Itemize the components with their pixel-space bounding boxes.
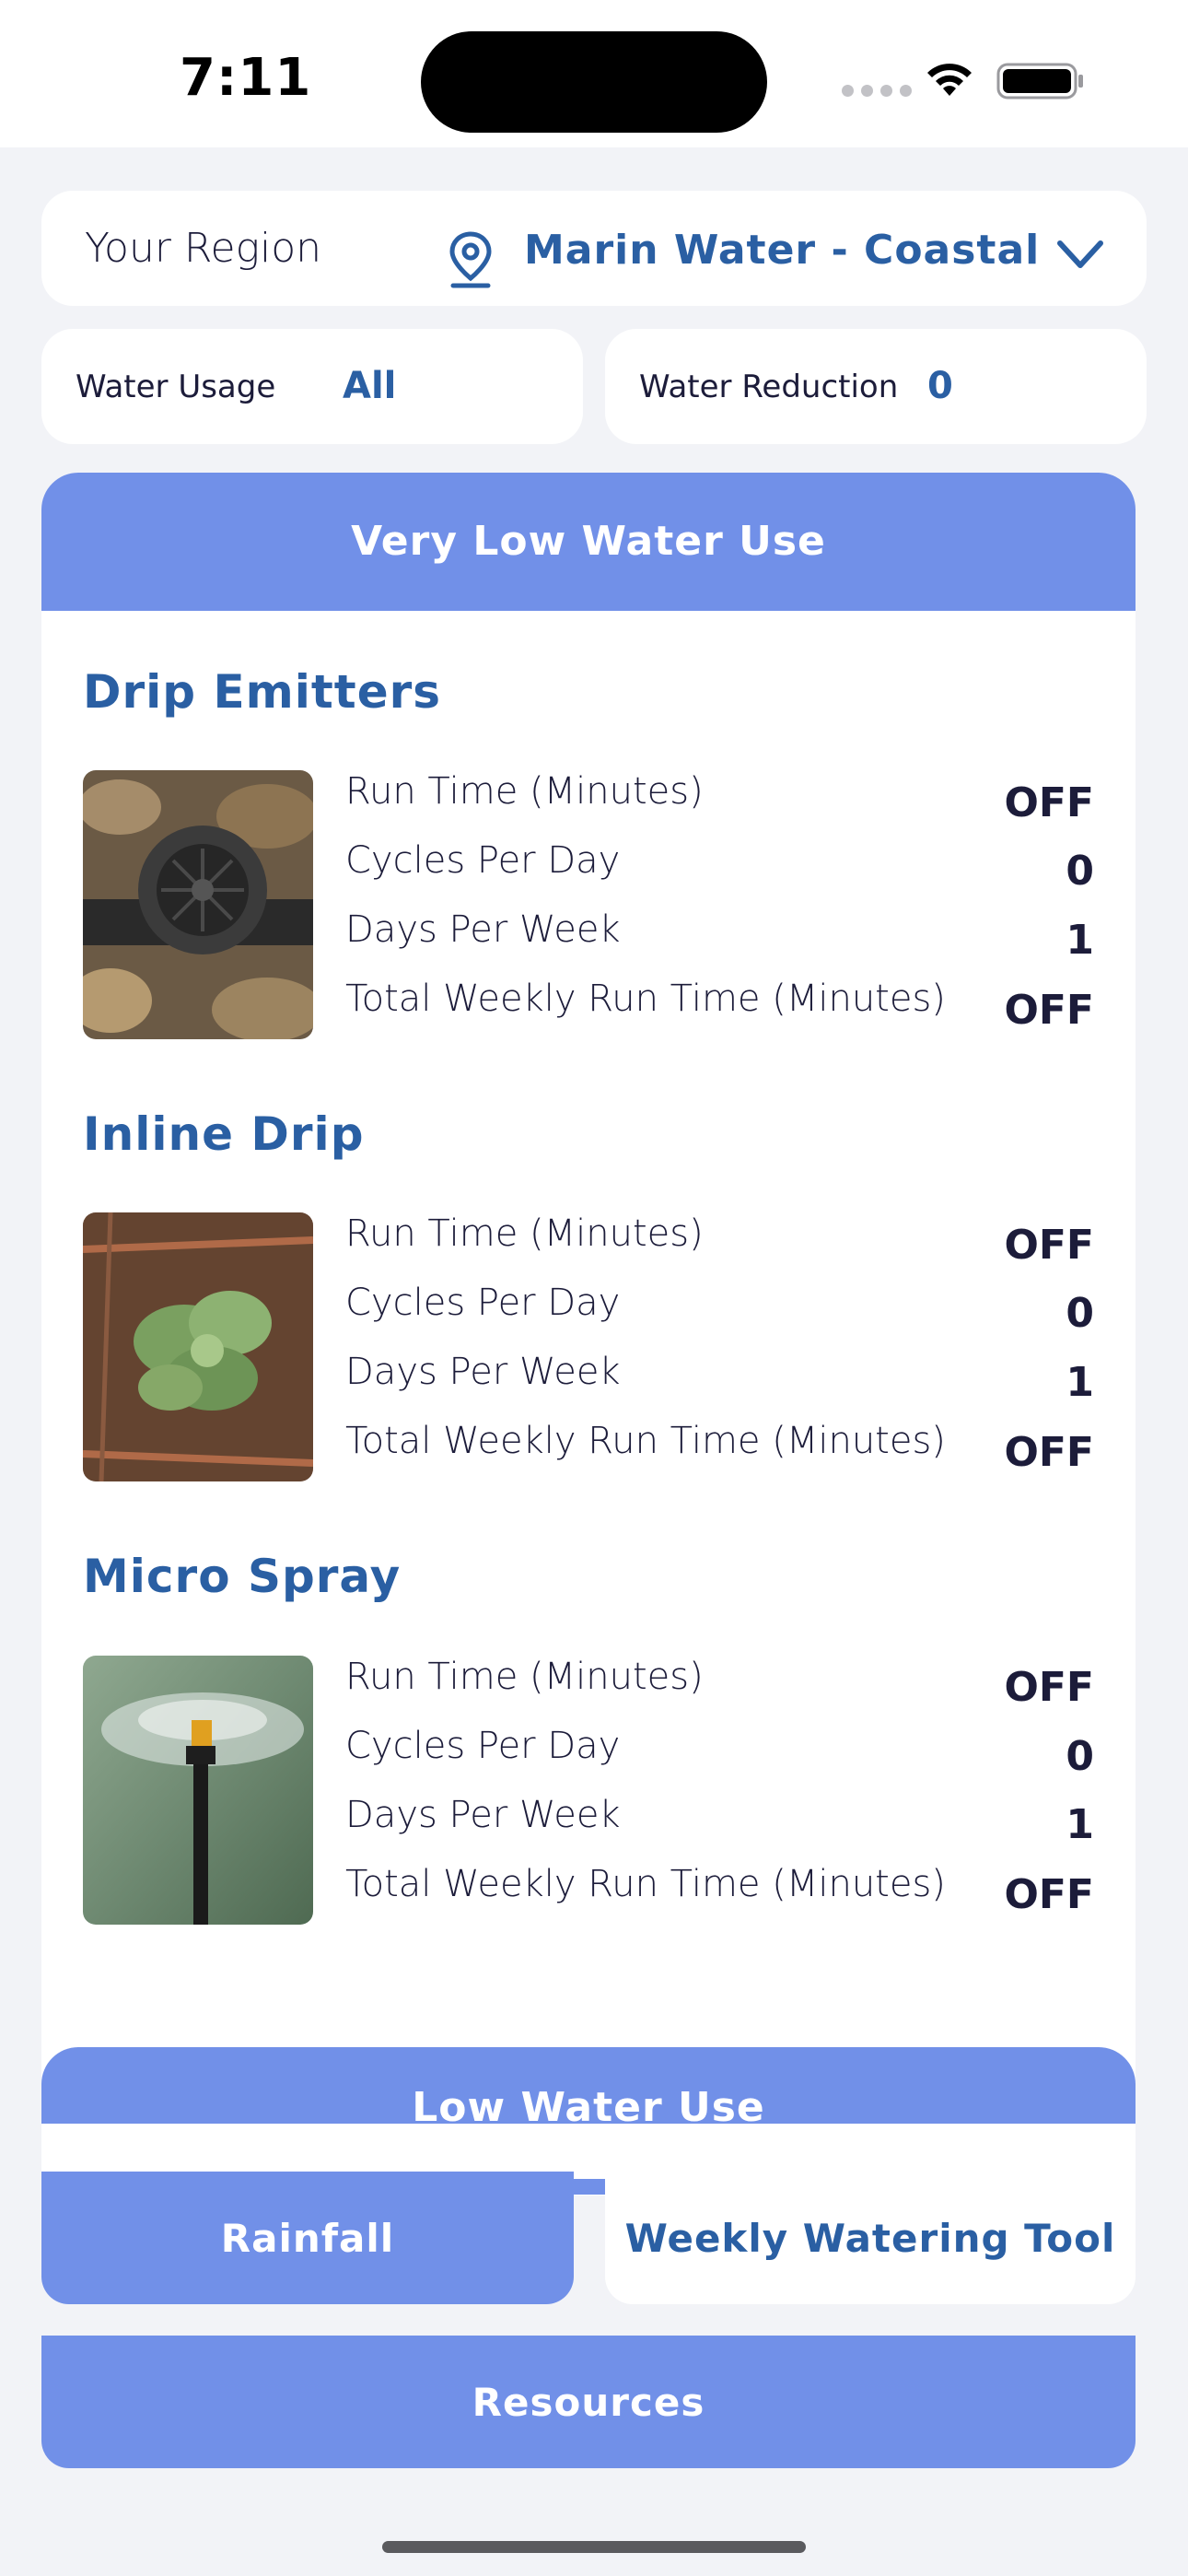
cycles-per-day-label: Cycles Per Day [345,839,621,882]
micro-spray-photo-icon [83,1656,313,1925]
total-weekly-value: OFF [1004,1429,1094,1476]
days-per-week-value: 1 [1066,917,1094,964]
inline-drip-photo-icon [83,1212,313,1481]
chevron-down-icon[interactable] [1055,238,1105,271]
total-weekly-value: OFF [1004,1871,1094,1918]
total-weekly-label: Total Weekly Run Time (Minutes) [345,1863,946,1905]
drip-emitter-photo-icon [83,770,313,1039]
cycles-per-day-label: Cycles Per Day [345,1725,621,1767]
run-time-value: OFF [1004,1664,1094,1711]
rainfall-button[interactable]: Rainfall [41,2172,574,2304]
cellular-signal-icon [842,85,912,97]
weekly-watering-tool-button[interactable]: Weekly Watering Tool [605,2172,1136,2304]
total-weekly-label: Total Weekly Run Time (Minutes) [345,1420,946,1462]
water-reduction-value[interactable]: 0 [927,365,953,407]
run-time-value: OFF [1004,779,1094,826]
total-weekly-label: Total Weekly Run Time (Minutes) [345,978,946,1020]
days-per-week-label: Days Per Week [345,908,621,951]
plant-title: Micro Spray [83,1550,402,1603]
status-time: 7:11 [180,48,312,108]
battery-icon [996,63,1083,100]
days-per-week-value: 1 [1066,1801,1094,1848]
cycles-per-day-value: 0 [1066,848,1094,895]
region-value[interactable]: Marin Water - Coastal [524,227,1040,274]
cycles-per-day-label: Cycles Per Day [345,1282,621,1324]
water-usage-label: Water Usage [76,369,276,405]
run-time-label: Run Time (Minutes) [345,770,704,813]
days-per-week-label: Days Per Week [345,1351,621,1393]
plant-title: Drip Emitters [83,665,442,719]
resources-button[interactable]: Resources [41,2336,1136,2468]
bottom-bar-background [41,2124,1136,2179]
home-indicator[interactable] [382,2541,806,2553]
days-per-week-label: Days Per Week [345,1794,621,1836]
run-time-label: Run Time (Minutes) [345,1656,704,1698]
wifi-icon [927,64,972,96]
days-per-week-value: 1 [1066,1359,1094,1406]
water-usage-value[interactable]: All [343,365,396,407]
region-label: Your Region [85,225,322,272]
plant-title: Inline Drip [83,1107,365,1161]
cycles-per-day-value: 0 [1066,1290,1094,1337]
cycles-per-day-value: 0 [1066,1733,1094,1780]
total-weekly-value: OFF [1004,987,1094,1034]
location-pin-icon [449,231,492,288]
dynamic-island [421,31,767,133]
water-reduction-label: Water Reduction [639,369,899,405]
run-time-value: OFF [1004,1222,1094,1269]
run-time-label: Run Time (Minutes) [345,1212,704,1255]
section-title: Very Low Water Use [351,518,826,565]
